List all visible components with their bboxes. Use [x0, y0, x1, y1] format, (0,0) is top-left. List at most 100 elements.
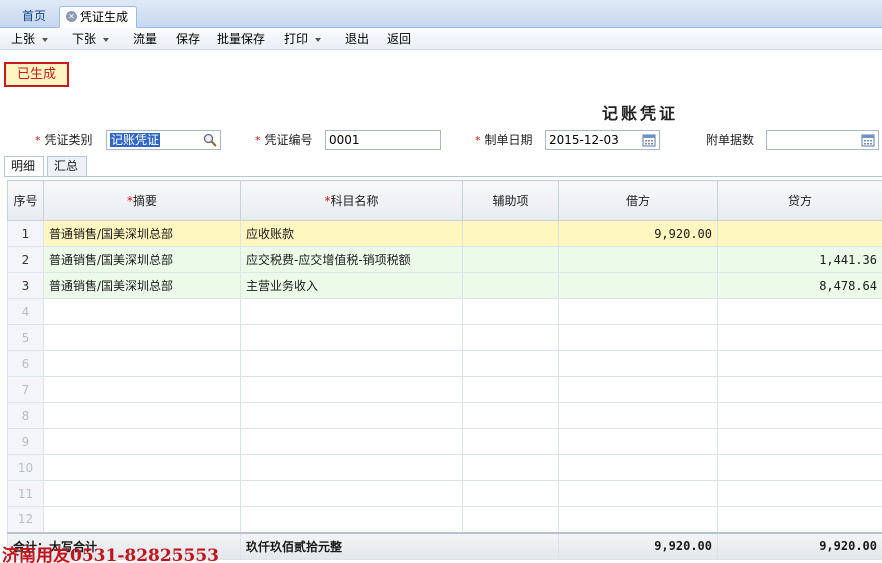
tab-detail[interactable]: 明细: [4, 156, 44, 176]
summary-cell[interactable]: 普通销售/国美深圳总部: [43, 246, 241, 273]
credit-cell[interactable]: [717, 506, 882, 533]
aux-cell[interactable]: [462, 272, 559, 299]
summary-cell[interactable]: [43, 428, 241, 455]
credit-cell[interactable]: [717, 350, 882, 377]
back-button[interactable]: 返回: [387, 31, 411, 48]
aux-cell[interactable]: [462, 246, 559, 273]
flow-button[interactable]: 流量: [133, 31, 157, 48]
credit-cell[interactable]: [717, 220, 882, 247]
credit-cell[interactable]: [717, 428, 882, 455]
column-header-debit[interactable]: 借方: [558, 180, 718, 221]
table-row[interactable]: 11: [7, 480, 882, 507]
debit-cell[interactable]: [558, 272, 718, 299]
credit-cell[interactable]: 1,441.36: [717, 246, 882, 273]
debit-cell[interactable]: [558, 376, 718, 403]
column-header-account[interactable]: *科目名称: [240, 180, 463, 221]
account-cell[interactable]: [240, 428, 463, 455]
aux-cell[interactable]: [462, 480, 559, 507]
account-cell[interactable]: 应收账款: [240, 220, 463, 247]
summary-cell[interactable]: [43, 402, 241, 429]
account-cell[interactable]: [240, 376, 463, 403]
summary-cell[interactable]: [43, 454, 241, 481]
summary-cell[interactable]: [43, 298, 241, 325]
credit-cell[interactable]: [717, 480, 882, 507]
voucher-type-label-text: 凭证类别: [44, 133, 93, 147]
voucher-type-field[interactable]: 记账凭证: [106, 130, 221, 150]
credit-cell[interactable]: [717, 454, 882, 481]
summary-cell[interactable]: 普通销售/国美深圳总部: [43, 272, 241, 299]
debit-cell[interactable]: [558, 454, 718, 481]
table-row[interactable]: 1 普通销售/国美深圳总部 应收账款 9,920.00: [7, 220, 882, 247]
table-row[interactable]: 12: [7, 506, 882, 533]
account-cell[interactable]: 主营业务收入: [240, 272, 463, 299]
credit-cell[interactable]: [717, 324, 882, 351]
account-cell[interactable]: [240, 350, 463, 377]
column-header-summary[interactable]: *摘要: [43, 180, 241, 221]
aux-cell[interactable]: [462, 506, 559, 533]
debit-cell[interactable]: [558, 324, 718, 351]
summary-cell[interactable]: 普通销售/国美深圳总部: [43, 220, 241, 247]
summary-cell[interactable]: [43, 350, 241, 377]
calendar-icon[interactable]: [860, 132, 876, 148]
search-icon[interactable]: [202, 132, 218, 148]
summary-cell[interactable]: [43, 324, 241, 351]
column-header-aux[interactable]: 辅助项: [462, 180, 559, 221]
debit-cell[interactable]: [558, 246, 718, 273]
account-cell[interactable]: [240, 402, 463, 429]
aux-cell[interactable]: [462, 376, 559, 403]
attachment-count-field[interactable]: [766, 130, 879, 150]
table-row[interactable]: 9: [7, 428, 882, 455]
account-cell[interactable]: [240, 506, 463, 533]
account-cell[interactable]: [240, 298, 463, 325]
debit-cell[interactable]: [558, 480, 718, 507]
debit-cell[interactable]: [558, 428, 718, 455]
credit-cell[interactable]: [717, 298, 882, 325]
tab-voucher-generate[interactable]: ✕ 凭证生成: [59, 6, 138, 28]
debit-cell[interactable]: [558, 402, 718, 429]
table-row[interactable]: 5: [7, 324, 882, 351]
debit-cell[interactable]: 9,920.00: [558, 220, 718, 247]
account-cell[interactable]: [240, 324, 463, 351]
table-row[interactable]: 10: [7, 454, 882, 481]
debit-cell[interactable]: [558, 298, 718, 325]
batch-save-button[interactable]: 批量保存: [217, 31, 265, 48]
aux-cell[interactable]: [462, 350, 559, 377]
aux-cell[interactable]: [462, 428, 559, 455]
table-row[interactable]: 6: [7, 350, 882, 377]
close-icon[interactable]: ✕: [66, 11, 77, 22]
table-body: 1 普通销售/国美深圳总部 应收账款 9,920.00 2 普通销售/国美深圳总部 应交税费…: [7, 220, 882, 533]
credit-cell[interactable]: 8,478.64: [717, 272, 882, 299]
calendar-icon[interactable]: [641, 132, 657, 148]
summary-cell[interactable]: [43, 480, 241, 507]
debit-cell[interactable]: [558, 506, 718, 533]
exit-button[interactable]: 退出: [345, 31, 369, 48]
voucher-number-label: * 凭证编号: [255, 133, 313, 148]
aux-cell[interactable]: [462, 454, 559, 481]
account-cell[interactable]: [240, 454, 463, 481]
credit-cell[interactable]: [717, 376, 882, 403]
account-cell[interactable]: 应交税费-应交增值税-销项税额: [240, 246, 463, 273]
aux-cell[interactable]: [462, 324, 559, 351]
aux-cell[interactable]: [462, 298, 559, 325]
next-voucher-button[interactable]: 下张: [72, 31, 110, 48]
print-button[interactable]: 打印: [284, 31, 322, 48]
voucher-date-field[interactable]: 2015-12-03: [545, 130, 660, 150]
save-button[interactable]: 保存: [176, 31, 200, 48]
aux-cell[interactable]: [462, 220, 559, 247]
table-row[interactable]: 2 普通销售/国美深圳总部 应交税费-应交增值税-销项税额 1,441.36: [7, 246, 882, 273]
tab-home[interactable]: 首页: [12, 6, 56, 28]
table-row[interactable]: 4: [7, 298, 882, 325]
voucher-number-field[interactable]: 0001: [325, 130, 441, 150]
tab-summary[interactable]: 汇总: [47, 156, 87, 176]
table-row[interactable]: 3 普通销售/国美深圳总部 主营业务收入 8,478.64: [7, 272, 882, 299]
debit-cell[interactable]: [558, 350, 718, 377]
aux-cell[interactable]: [462, 402, 559, 429]
credit-cell[interactable]: [717, 402, 882, 429]
summary-cell[interactable]: [43, 506, 241, 533]
prev-voucher-button[interactable]: 上张: [11, 31, 49, 48]
table-row[interactable]: 8: [7, 402, 882, 429]
summary-cell[interactable]: [43, 376, 241, 403]
column-header-credit[interactable]: 贷方: [717, 180, 882, 221]
account-cell[interactable]: [240, 480, 463, 507]
table-row[interactable]: 7: [7, 376, 882, 403]
